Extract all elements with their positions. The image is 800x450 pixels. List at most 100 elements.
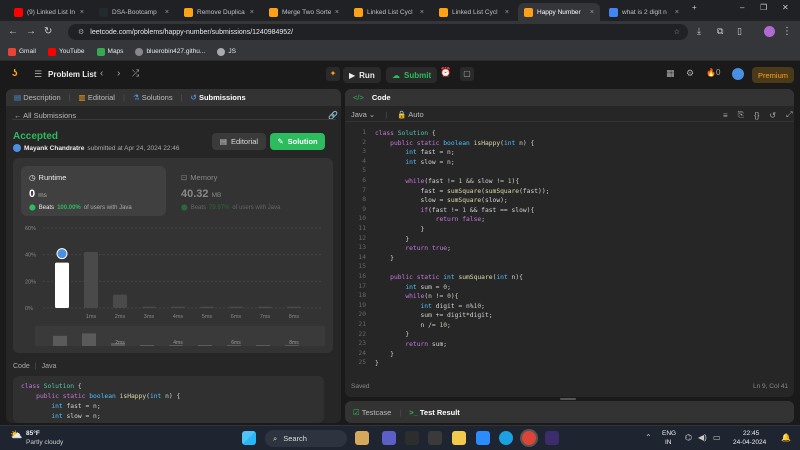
minimize-icon[interactable]: – [740,3,744,12]
runtime-card[interactable]: ◷ Runtime 0 ms ⬤ Beats 100.00% of users with… [21,166,166,216]
browser-tab[interactable]: DSA-Bootcamp × [93,3,175,21]
forward-icon[interactable]: → [26,26,36,37]
code-line[interactable]: slow = sumSquare(slow); [375,196,549,206]
download-icon[interactable]: ⤓ [697,26,701,37]
close-tab-icon[interactable]: × [165,9,169,16]
chart-bar-8ms[interactable] [287,306,301,308]
wifi-icon[interactable]: ⌬ [685,433,692,442]
chart-bar-1ms[interactable] [84,252,98,308]
prev-problem-icon[interactable]: ‹ [100,68,103,79]
close-tab-icon[interactable]: × [420,9,424,16]
code-line[interactable]: return true; [375,244,549,254]
notification-bell-icon[interactable]: 🔔 [781,433,791,442]
browser-menu-icon[interactable]: ⋮ [782,26,792,37]
tab-description[interactable]: ▤ Description [14,93,61,102]
code-line[interactable]: } [375,330,549,340]
site-info-icon[interactable]: ⚙ [78,28,84,36]
back-icon[interactable]: ← [8,26,18,37]
resize-handle[interactable] [560,398,576,400]
close-tab-icon[interactable]: × [505,9,509,16]
close-tab-icon[interactable]: × [335,9,339,16]
teams-icon[interactable] [382,431,396,445]
reset-icon[interactable]: ↺ [769,111,776,120]
code-line[interactable]: sum += digit*digit; [375,311,549,321]
weather-icon[interactable]: ⛅ [10,430,22,441]
problem-list-link[interactable]: Problem List [48,70,96,79]
browser-tab[interactable]: Merge Two Sorte × [263,3,345,21]
intellij-icon[interactable] [545,431,559,445]
code-line[interactable]: public static boolean isHappy(int n) { [375,139,549,149]
profile-avatar[interactable] [764,26,775,37]
code-line[interactable]: fast = sumSquare(sumSquare(fast)); [375,187,549,197]
code-line[interactable]: int slow = n; [375,158,549,168]
url-bar[interactable]: ⚙ leetcode.com/problems/happy-number/sub… [68,24,688,40]
code-line[interactable]: return sum; [375,340,549,350]
code-line[interactable] [375,263,549,273]
code-editor[interactable]: class Solution { public static boolean i… [375,129,549,369]
run-button[interactable]: ▶ Run [343,67,381,83]
task-view-icon[interactable] [405,431,419,445]
browser-tab[interactable]: (9) Linked List In × [8,3,90,21]
timer-icon[interactable]: ⏰ [440,67,451,78]
windows-start-icon[interactable] [242,431,256,445]
code-line[interactable]: while(n != 0){ [375,292,549,302]
split-icon[interactable]: ▯ [737,26,742,37]
code-line[interactable]: n /= 10; [375,321,549,331]
browser-tab[interactable]: Remove Duplica × [178,3,260,21]
editorial-button[interactable]: ▤ Editorial [212,133,266,150]
browser-tab[interactable]: Linked List Cycl × [433,3,515,21]
code-line[interactable]: int sum = 0; [375,283,549,293]
tab-testcase[interactable]: ☑ Testcase [353,408,391,417]
chart-bar-6ms[interactable] [229,306,243,308]
code-line[interactable] [375,167,549,177]
reload-icon[interactable]: ↻ [44,26,52,37]
close-tab-icon[interactable]: × [590,9,594,16]
user-avatar[interactable] [732,68,744,80]
chart-bar-4ms[interactable] [171,306,185,308]
tab-submissions[interactable]: ↺ Submissions [191,93,246,102]
memory-card[interactable]: ⊡ Memory 40.32 MB ⬤ Beats 79.97% of users wi… [181,166,326,216]
maximize-icon[interactable]: ❐ [760,3,767,12]
language-select[interactable]: Java ⌄ [351,110,375,119]
input-language[interactable]: ENG [662,430,676,437]
volume-icon[interactable]: ◀) [698,433,707,442]
leetcode-logo-icon[interactable]: ʖ [12,68,18,79]
close-tab-icon[interactable]: × [80,9,84,16]
clock-time[interactable]: 22:45 [743,430,759,437]
bookmark-youtube[interactable]: YouTube [47,47,85,56]
code-line[interactable]: } [375,359,549,369]
tab-editorial[interactable]: ▥ Editorial [79,93,115,102]
browser-tab[interactable]: Linked List Cycl × [348,3,430,21]
close-window-icon[interactable]: ✕ [782,3,789,12]
layout-icon[interactable]: ▦ [666,68,675,79]
code-line[interactable]: } [375,225,549,235]
bookmark-maps[interactable]: Maps [96,47,123,56]
code-line[interactable]: while(fast != 1 && slow != 1){ [375,177,549,187]
code-line[interactable]: } [375,254,549,264]
solution-button[interactable]: ✎ Solution [270,133,325,150]
chart-bar-5ms[interactable] [200,306,214,308]
notes-icon[interactable]: ▢ [460,67,474,81]
widgets-icon[interactable] [355,431,369,445]
taskbar-search[interactable]: ⌕ Search [265,430,347,447]
tab-solutions[interactable]: ⚗ Solutions [133,93,173,102]
next-problem-icon[interactable]: › [117,68,120,79]
chrome-icon[interactable] [522,431,536,445]
premium-button[interactable]: Premium [752,67,795,83]
edge-icon[interactable] [499,431,513,445]
chart-bar-7ms[interactable] [258,306,272,308]
code-line[interactable]: public static int sumSquare(int n){ [375,273,549,283]
chart-bar-3ms[interactable] [142,306,156,308]
close-tab-icon[interactable]: × [675,9,679,16]
chevron-up-icon[interactable]: ⌃ [645,433,652,442]
extensions-icon[interactable]: ⧉ [717,26,723,37]
browser-tab[interactable]: what is 2 digit n × [603,3,685,21]
code-line[interactable]: } [375,235,549,245]
code-line[interactable]: int digit = n%10; [375,302,549,312]
new-tab-button[interactable]: + [692,3,697,12]
code-line[interactable]: class Solution { [375,129,549,139]
fullscreen-icon[interactable]: ⤢ [786,110,792,120]
shuffle-icon[interactable]: ⤮ [132,68,139,79]
bookmark-github[interactable]: bluerobin427.githu... [135,47,205,56]
your-submission-marker[interactable] [56,248,68,260]
